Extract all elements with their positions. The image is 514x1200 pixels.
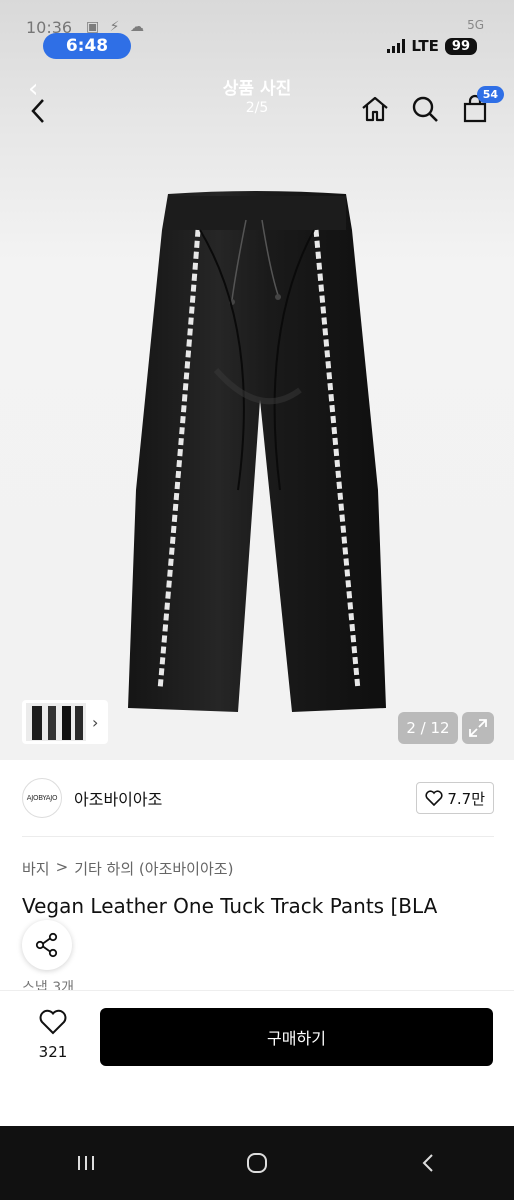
battery-badge: 99 — [444, 37, 477, 55]
breadcrumb-separator: > — [55, 858, 69, 876]
purchase-bar: 321 구매하기 — [0, 990, 514, 1126]
signal-icon — [387, 39, 406, 53]
wish-count: 321 — [38, 1043, 68, 1061]
back-nav-icon — [422, 1154, 434, 1172]
status-time-pill: 6:48 — [43, 33, 131, 59]
chevron-right-icon: › — [92, 712, 99, 732]
status-bar-right: LTE 99 — [387, 37, 477, 55]
brand-row: AJOBYAJO 아조바이아조 7.7만 — [22, 776, 494, 820]
heart-outline-icon — [425, 790, 443, 806]
product-image — [128, 191, 386, 712]
snap-count[interactable]: 스냅 3개 — [22, 977, 74, 991]
product-photo-area[interactable]: 10:36 ▣ ⚡ ☁ 5G 6:48 LTE 99 ‹ 상품 사진 2/5 5… — [0, 0, 514, 760]
share-button[interactable] — [22, 920, 72, 970]
breadcrumb-subcategory[interactable]: 기타 하의 (아조바이아조) — [74, 858, 233, 879]
brand-like-count: 7.7만 — [447, 789, 485, 808]
ghost-status-network: 5G — [467, 18, 484, 32]
home-circle-icon — [246, 1153, 267, 1173]
buy-button[interactable]: 구매하기 — [100, 1008, 493, 1066]
cart-button[interactable]: 54 — [460, 86, 504, 124]
image-counter: 2 / 12 — [398, 712, 458, 744]
search-button[interactable] — [410, 94, 440, 124]
brand-logo[interactable]: AJOBYAJO — [22, 778, 62, 818]
home-icon — [362, 96, 388, 122]
wish-button[interactable]: 321 — [28, 1009, 78, 1061]
home-button[interactable] — [360, 94, 390, 124]
divider — [22, 836, 494, 837]
heart-icon — [39, 1009, 67, 1035]
recent-apps-button[interactable] — [66, 1143, 106, 1183]
product-title: Vegan Leather One Tuck Track Pants [BLA — [22, 894, 438, 918]
expand-icon — [469, 719, 487, 737]
network-label: LTE — [411, 37, 439, 55]
search-icon — [412, 96, 438, 122]
breadcrumb-category[interactable]: 바지 — [22, 858, 50, 879]
breadcrumb: 바지 > 기타 하의 (아조바이아조) — [22, 858, 233, 879]
system-navigation-bar — [0, 1126, 514, 1200]
back-nav-button[interactable] — [408, 1143, 448, 1183]
brand-name-link[interactable]: 아조바이아조 — [74, 786, 162, 810]
expand-button[interactable] — [462, 712, 494, 744]
header-actions: 54 — [360, 86, 504, 124]
thumbnail-strip-button[interactable]: › — [22, 700, 108, 744]
share-icon — [35, 932, 58, 958]
thumbnail-image — [26, 703, 86, 741]
brand-like-button[interactable]: 7.7만 — [416, 782, 494, 814]
recent-apps-icon — [77, 1156, 94, 1170]
home-nav-button[interactable] — [237, 1143, 277, 1183]
cart-count-badge: 54 — [476, 86, 504, 103]
